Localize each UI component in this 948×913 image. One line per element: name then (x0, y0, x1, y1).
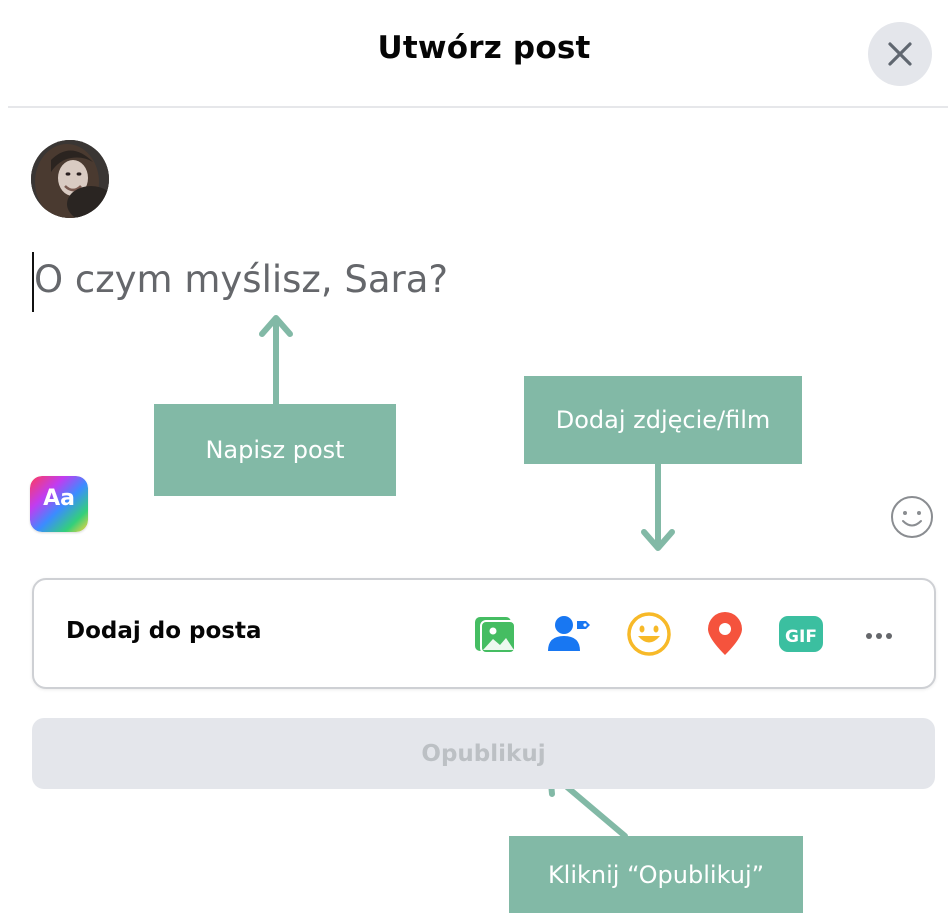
tag-people-button[interactable] (544, 609, 594, 659)
more-options-button[interactable] (854, 609, 904, 659)
add-to-post-panel: Dodaj do posta GIF (32, 578, 936, 689)
photo-video-icon (475, 617, 516, 654)
gif-button[interactable]: GIF (776, 609, 826, 659)
header-divider (8, 106, 948, 108)
check-in-icon (708, 612, 742, 655)
composer-placeholder: O czym myślisz, Sara? (34, 258, 449, 301)
gif-icon: GIF (779, 616, 823, 652)
close-button[interactable] (868, 22, 932, 86)
feeling-icon (627, 612, 671, 656)
annotation-add-media: Dodaj zdjęcie/film (524, 376, 802, 464)
user-avatar (31, 140, 109, 218)
avatar[interactable] (31, 140, 109, 218)
feeling-activity-button[interactable] (624, 609, 674, 659)
photo-video-button[interactable] (470, 609, 520, 659)
emoji-button[interactable] (889, 494, 935, 540)
text-background-label: Aa (43, 486, 75, 511)
more-icon (866, 633, 892, 639)
text-background-button[interactable]: Aa (30, 476, 88, 532)
annotation-click-publish: Kliknij “Opublikuj” (509, 836, 803, 913)
publish-label: Opublikuj (421, 740, 546, 767)
check-in-button[interactable] (700, 609, 750, 659)
post-composer[interactable]: O czym myślisz, Sara? (28, 252, 588, 314)
close-icon (888, 42, 912, 66)
dialog-title: Utwórz post (377, 30, 591, 66)
smiley-outline-icon (891, 496, 933, 538)
tag-people-icon (548, 616, 590, 651)
svg-text:GIF: GIF (785, 627, 817, 647)
add-to-post-label: Dodaj do posta (66, 618, 262, 644)
annotation-write-post: Napisz post (154, 404, 396, 496)
publish-button[interactable]: Opublikuj (32, 718, 935, 789)
